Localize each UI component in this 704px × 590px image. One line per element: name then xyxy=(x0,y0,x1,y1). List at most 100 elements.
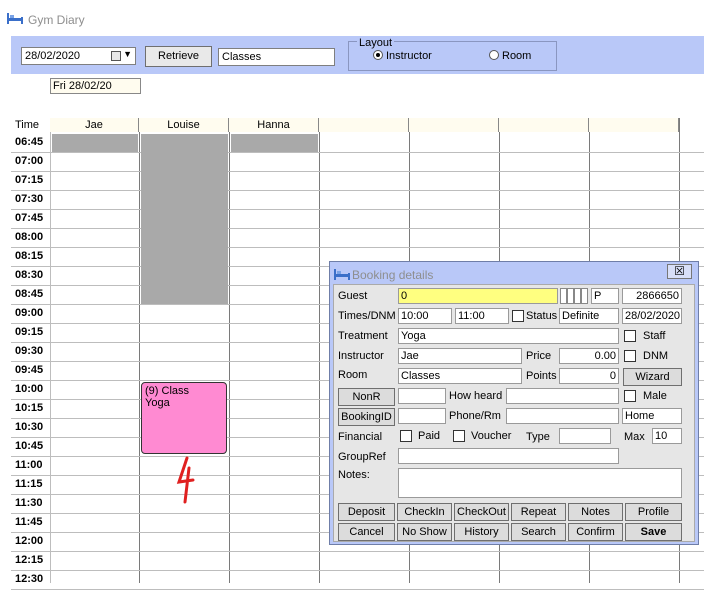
max-label: Max xyxy=(624,431,645,443)
unavailable-block xyxy=(52,134,138,152)
booking-date-field[interactable]: 28/02/2020 xyxy=(622,308,682,324)
guest-flag-2[interactable] xyxy=(567,288,574,304)
layout-radio-room[interactable]: Room xyxy=(489,50,531,62)
time-column-header: Time xyxy=(15,119,40,131)
retrieve-button[interactable]: Retrieve xyxy=(145,46,212,67)
booking-treatment: Yoga xyxy=(145,397,170,409)
status-field[interactable]: Definite xyxy=(559,308,619,324)
column-header[interactable] xyxy=(499,118,589,132)
time-label: 08:45 xyxy=(15,288,44,300)
chevron-down-icon[interactable]: ▼ xyxy=(123,49,132,59)
profile-button[interactable]: Profile xyxy=(625,503,682,521)
time-label: 10:15 xyxy=(15,402,44,414)
dnm-time-checkbox[interactable] xyxy=(512,310,524,322)
guest-field[interactable]: 0 xyxy=(398,288,558,304)
time-label: 12:00 xyxy=(15,535,44,547)
time-label: 09:30 xyxy=(15,345,44,357)
instructor-field[interactable]: Jae xyxy=(398,348,522,364)
room-label: Room xyxy=(338,369,368,381)
radio-icon xyxy=(489,50,499,60)
date-value: 28/02/2020 xyxy=(25,50,81,62)
paid-label: Paid xyxy=(418,430,441,442)
booking-block[interactable]: (9) Class Yoga xyxy=(141,382,227,454)
layout-label: Layout xyxy=(357,37,395,49)
male-label: Male xyxy=(643,390,667,402)
staff-checkbox[interactable] xyxy=(624,330,636,342)
calendar-icon[interactable] xyxy=(111,51,121,61)
booking-id-field[interactable] xyxy=(398,408,446,424)
view-field[interactable]: Classes xyxy=(218,48,335,66)
treatment-field[interactable]: Yoga xyxy=(398,328,619,344)
cancel-button[interactable]: Cancel xyxy=(338,523,395,541)
column-header[interactable] xyxy=(319,118,409,132)
column-header[interactable] xyxy=(589,118,679,132)
max-field[interactable]: 10 xyxy=(652,428,682,444)
search-button[interactable]: Search xyxy=(511,523,566,541)
groupref-label: GroupRef xyxy=(338,451,386,463)
layout-radio-instructor[interactable]: Instructor xyxy=(373,50,432,62)
time-label: 07:45 xyxy=(15,212,44,224)
confirm-button[interactable]: Confirm xyxy=(568,523,623,541)
voucher-label: Voucher xyxy=(471,430,512,442)
guest-number-field[interactable]: 2866650 xyxy=(622,288,682,304)
dialog-body: Guest 0 P 2866650 Times/DNM 10:00 11:00 … xyxy=(333,284,695,542)
time-label: 12:30 xyxy=(15,573,44,585)
toolbar: 28/02/2020 ▼ Retrieve Classes Layout Ins… xyxy=(11,36,704,74)
type-label: Type xyxy=(526,431,550,443)
room-field[interactable]: Classes xyxy=(398,368,522,384)
column-header[interactable]: Hanna xyxy=(229,118,319,132)
checkout-button[interactable]: CheckOut xyxy=(454,503,509,521)
unavailable-block xyxy=(141,134,228,304)
grid-line xyxy=(11,152,704,153)
paid-checkbox[interactable] xyxy=(400,430,412,442)
time-from-field[interactable]: 10:00 xyxy=(398,308,452,324)
dialog-title: Booking details xyxy=(352,268,434,282)
guest-flag-3[interactable] xyxy=(574,288,581,304)
column-header[interactable] xyxy=(409,118,499,132)
voucher-checkbox[interactable] xyxy=(453,430,465,442)
notes-button[interactable]: Notes xyxy=(568,503,623,521)
no-show-button[interactable]: No Show xyxy=(397,523,452,541)
booking-details-dialog: Booking details ☒ Guest 0 P 2866650 Time… xyxy=(329,261,699,545)
bed-icon xyxy=(334,269,350,280)
time-label: 11:45 xyxy=(15,516,43,528)
how-heard-field[interactable] xyxy=(506,388,619,404)
layout-group: Layout Instructor Room xyxy=(348,37,557,71)
time-label: 12:15 xyxy=(15,554,44,566)
save-button[interactable]: Save xyxy=(625,523,682,541)
deposit-button[interactable]: Deposit xyxy=(338,503,395,521)
date-picker[interactable]: 28/02/2020 ▼ xyxy=(21,47,136,65)
nonr-button[interactable]: NonR xyxy=(338,388,395,406)
grid-line xyxy=(11,171,704,172)
phone-field[interactable] xyxy=(506,408,619,424)
column-header[interactable]: Jae xyxy=(50,118,139,132)
staff-label: Staff xyxy=(643,330,666,342)
grid-line xyxy=(11,570,704,571)
notes-field[interactable] xyxy=(398,468,682,498)
guest-flag-4[interactable] xyxy=(581,288,588,304)
close-icon[interactable]: ☒ xyxy=(667,264,692,279)
column-header[interactable]: Louise xyxy=(139,118,229,132)
guest-flag-1[interactable] xyxy=(560,288,567,304)
history-button[interactable]: History xyxy=(454,523,509,541)
time-label: 10:30 xyxy=(15,421,44,433)
dnm-checkbox[interactable] xyxy=(624,350,636,362)
handwritten-annotation xyxy=(176,456,195,504)
wizard-button[interactable]: Wizard xyxy=(623,368,682,386)
points-field[interactable]: 0 xyxy=(559,368,619,384)
groupref-field[interactable] xyxy=(398,448,619,464)
time-label: 11:00 xyxy=(15,459,43,471)
time-to-field[interactable]: 11:00 xyxy=(455,308,509,324)
price-field[interactable]: 0.00 xyxy=(559,348,619,364)
checkin-button[interactable]: CheckIn xyxy=(397,503,452,521)
booking-id-button[interactable]: BookingID xyxy=(338,408,395,426)
male-checkbox[interactable] xyxy=(624,390,636,402)
phone-room-field[interactable]: Home xyxy=(622,408,682,424)
nonr-field[interactable] xyxy=(398,388,446,404)
p-field[interactable]: P xyxy=(591,288,619,304)
time-label: 07:30 xyxy=(15,193,44,205)
repeat-button[interactable]: Repeat xyxy=(511,503,566,521)
type-field[interactable] xyxy=(559,428,611,444)
bed-icon xyxy=(7,13,23,24)
guest-label: Guest xyxy=(338,290,368,302)
